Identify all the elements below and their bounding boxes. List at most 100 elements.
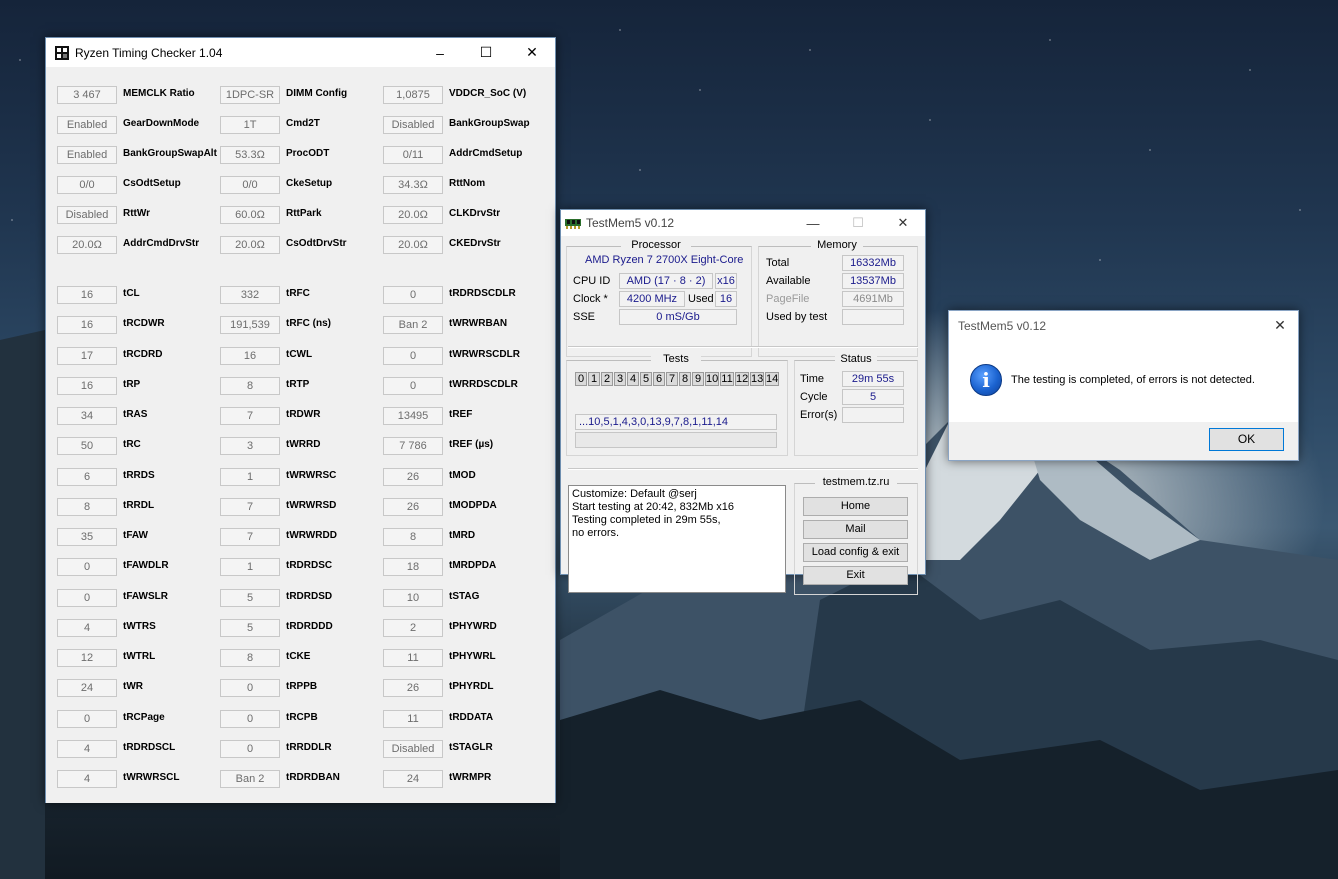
timing-label: tWRWRSD <box>286 500 337 511</box>
timing-value-field[interactable]: 16 <box>220 347 280 365</box>
cycle-label: Cycle <box>800 391 828 403</box>
timing-value-field[interactable]: 6 <box>57 468 117 486</box>
timing-value-field[interactable]: 4 <box>57 740 117 758</box>
timing-value-field[interactable]: 7 <box>220 528 280 546</box>
timing-value-field[interactable]: 7 786 <box>383 437 443 455</box>
maximize-button[interactable]: ☐ <box>463 38 509 67</box>
timing-value-field[interactable]: 8 <box>220 649 280 667</box>
timing-value-field[interactable]: 1 <box>220 468 280 486</box>
timing-value-field[interactable]: 20.0Ω <box>383 236 443 254</box>
timing-value-field[interactable]: 5 <box>220 589 280 607</box>
timing-value-field[interactable]: 5 <box>220 619 280 637</box>
timing-label: DIMM Config <box>286 88 348 99</box>
timing-value-field[interactable]: 16 <box>57 316 117 334</box>
timing-value-field[interactable]: 0 <box>383 377 443 395</box>
timing-value-field[interactable]: 0/0 <box>57 176 117 194</box>
timing-value-field[interactable]: 50 <box>57 437 117 455</box>
processor-heading: Processor <box>621 239 691 251</box>
timing-value-field[interactable]: Disabled <box>57 206 117 224</box>
timing-label: AddrCmdSetup <box>449 148 523 159</box>
timing-label: CkeSetup <box>286 178 333 189</box>
timing-value-field[interactable]: 0 <box>57 710 117 728</box>
timing-value-field[interactable]: 1T <box>220 116 280 134</box>
close-button[interactable]: ✕ <box>509 38 555 67</box>
timing-value-field[interactable]: 0 <box>57 558 117 576</box>
mail-button[interactable]: Mail <box>803 520 908 539</box>
timing-value-field[interactable]: 332 <box>220 286 280 304</box>
timing-value-field[interactable]: 3 467 <box>57 86 117 104</box>
timing-value-field[interactable]: 11 <box>383 649 443 667</box>
timing-value-field[interactable]: Disabled <box>383 116 443 134</box>
timing-value-field[interactable]: 0 <box>220 679 280 697</box>
timing-value-field[interactable]: 8 <box>57 498 117 516</box>
timing-value-field[interactable]: 26 <box>383 468 443 486</box>
test-number-box: 0 <box>575 372 587 386</box>
timing-value-field[interactable]: 26 <box>383 679 443 697</box>
home-button[interactable]: Home <box>803 497 908 516</box>
timing-value-field[interactable]: 0/0 <box>220 176 280 194</box>
timing-value-field[interactable]: 4 <box>57 770 117 788</box>
errors-field <box>842 407 904 423</box>
timing-value-field[interactable]: 1DPC-SR <box>220 86 280 104</box>
ok-button[interactable]: OK <box>1209 428 1284 451</box>
rtc-titlebar: Ryzen Timing Checker 1.04 – ☐ ✕ <box>46 38 555 67</box>
maximize-button[interactable]: ☐ <box>836 210 880 236</box>
timing-label: tRTP <box>286 379 310 390</box>
close-button[interactable]: ✕ <box>1262 311 1298 339</box>
timing-value-field[interactable]: 0 <box>383 286 443 304</box>
minimize-button[interactable]: – <box>417 38 463 67</box>
test-number-box: 14 <box>765 372 779 386</box>
dialog-titlebar: TestMem5 v0.12 ✕ <box>949 311 1298 339</box>
timing-value-field[interactable]: Enabled <box>57 146 117 164</box>
timing-value-field[interactable]: 26 <box>383 498 443 516</box>
timing-value-field[interactable]: 24 <box>383 770 443 788</box>
load-config-exit-button[interactable]: Load config & exit <box>803 543 908 562</box>
timing-value-field[interactable]: 4 <box>57 619 117 637</box>
timing-value-field[interactable]: 10 <box>383 589 443 607</box>
timing-value-field[interactable]: 2 <box>383 619 443 637</box>
timing-value-field[interactable]: 8 <box>220 377 280 395</box>
timing-value-field[interactable]: Ban 2 <box>383 316 443 334</box>
timing-value-field[interactable]: 18 <box>383 558 443 576</box>
timing-value-field[interactable]: 0 <box>57 589 117 607</box>
timing-value-field[interactable]: 20.0Ω <box>383 206 443 224</box>
timing-value-field[interactable]: 60.0Ω <box>220 206 280 224</box>
timing-label: tRFC <box>286 288 310 299</box>
timing-value-field[interactable]: 53.3Ω <box>220 146 280 164</box>
timing-value-field[interactable]: 0 <box>220 740 280 758</box>
timing-label: tWR <box>123 681 143 692</box>
timing-value-field[interactable]: Ban 2 <box>220 770 280 788</box>
separator <box>568 468 918 470</box>
timing-value-field[interactable]: 24 <box>57 679 117 697</box>
timing-value-field[interactable]: 7 <box>220 407 280 425</box>
timing-value-field[interactable]: 0 <box>220 710 280 728</box>
timing-value-field[interactable]: 12 <box>57 649 117 667</box>
timing-label: tWRRDSCDLR <box>449 379 518 390</box>
log-output[interactable]: Customize: Default @serj Start testing a… <box>568 485 786 593</box>
close-button[interactable]: ✕ <box>881 210 925 236</box>
exit-button[interactable]: Exit <box>803 566 908 585</box>
timing-value-field[interactable]: 1 <box>220 558 280 576</box>
timing-value-field[interactable]: Disabled <box>383 740 443 758</box>
timing-value-field[interactable]: 20.0Ω <box>57 236 117 254</box>
timing-value-field[interactable]: Enabled <box>57 116 117 134</box>
timing-value-field[interactable]: 8 <box>383 528 443 546</box>
timing-value-field[interactable]: 17 <box>57 347 117 365</box>
test-number-box: 11 <box>720 372 734 386</box>
minimize-button[interactable]: — <box>791 210 835 236</box>
timing-value-field[interactable]: 34.3Ω <box>383 176 443 194</box>
timing-value-field[interactable]: 35 <box>57 528 117 546</box>
timing-value-field[interactable]: 7 <box>220 498 280 516</box>
timing-value-field[interactable]: 16 <box>57 286 117 304</box>
timing-value-field[interactable]: 3 <box>220 437 280 455</box>
timing-value-field[interactable]: 11 <box>383 710 443 728</box>
timing-value-field[interactable]: 191,539 <box>220 316 280 334</box>
timing-value-field[interactable]: 20.0Ω <box>220 236 280 254</box>
timing-value-field[interactable]: 13495 <box>383 407 443 425</box>
timing-value-field[interactable]: 0 <box>383 347 443 365</box>
timing-value-field[interactable]: 1,0875 <box>383 86 443 104</box>
timing-value-field[interactable]: 16 <box>57 377 117 395</box>
timing-value-field[interactable]: 34 <box>57 407 117 425</box>
timing-label: tRDRDBAN <box>286 772 340 783</box>
timing-value-field[interactable]: 0/11 <box>383 146 443 164</box>
